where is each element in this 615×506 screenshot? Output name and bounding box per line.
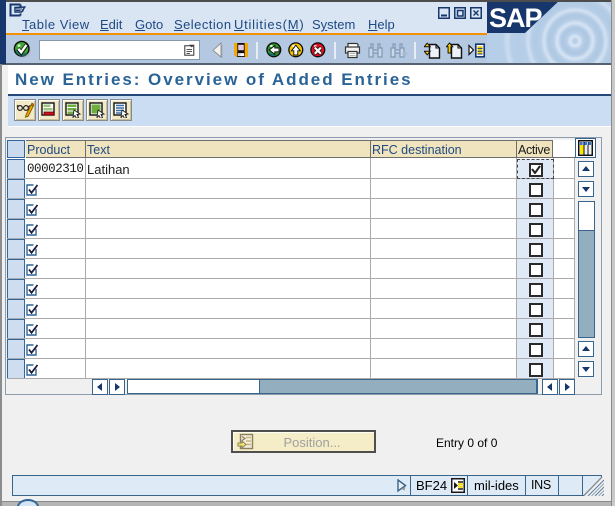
svg-text:SAP: SAP bbox=[489, 3, 543, 33]
